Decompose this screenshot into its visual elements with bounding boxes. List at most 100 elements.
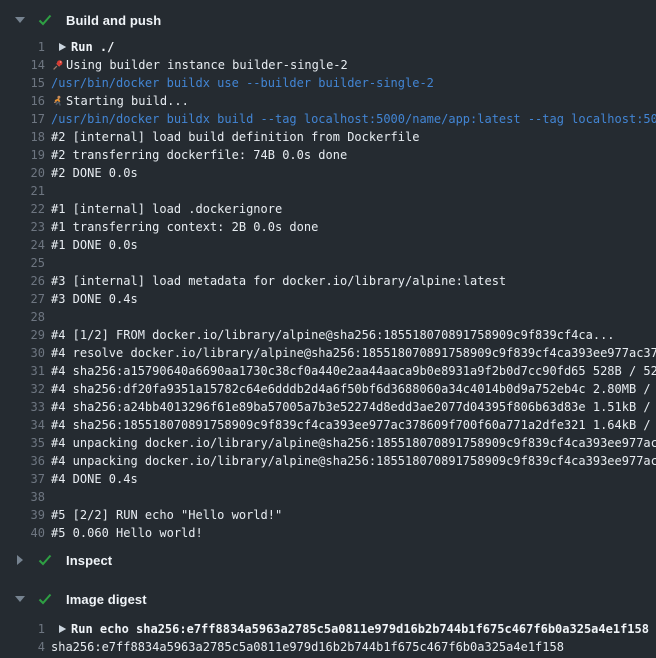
line-text: #4 resolve docker.io/library/alpine@sha2… bbox=[51, 346, 656, 360]
log-line: 31 #4 sha256:a15790640a6690aa1730c38cf0a… bbox=[0, 362, 656, 380]
section-title: Inspect bbox=[66, 553, 112, 568]
chevron-down-icon[interactable] bbox=[14, 17, 26, 23]
log-line: 36 #4 unpacking docker.io/library/alpine… bbox=[0, 452, 656, 470]
line-text: #4 unpacking docker.io/library/alpine@sh… bbox=[51, 454, 656, 468]
line-number[interactable]: 21 bbox=[0, 184, 45, 198]
line-text: #4 unpacking docker.io/library/alpine@sh… bbox=[51, 436, 656, 450]
line-number[interactable]: 17 bbox=[0, 112, 45, 126]
success-check-icon bbox=[38, 593, 54, 605]
line-text-content: #4 unpacking docker.io/library/alpine@sh… bbox=[51, 454, 656, 468]
line-text-content: #5 [2/2] RUN echo "Hello world!" bbox=[51, 508, 282, 522]
play-icon[interactable] bbox=[58, 624, 67, 634]
line-number[interactable]: 4 bbox=[0, 640, 45, 654]
log-line: 4 sha256:e7ff8834a5963a2785c5a0811e979d1… bbox=[0, 638, 656, 656]
log-line: 20 #2 DONE 0.0s bbox=[0, 164, 656, 182]
log-line: 19 #2 transferring dockerfile: 74B 0.0s … bbox=[0, 146, 656, 164]
log-line: 15 /usr/bin/docker buildx use --builder … bbox=[0, 74, 656, 92]
log-line: 18 #2 [internal] load build definition f… bbox=[0, 128, 656, 146]
log-group-build-and-push: Build and push 1 Run ./ 14 Using builder… bbox=[0, 8, 656, 542]
log-lines: 1 Run ./ 14 Using builder instance build… bbox=[0, 38, 656, 542]
section-title: Image digest bbox=[66, 592, 147, 607]
actions-log-viewer: Build and push 1 Run ./ 14 Using builder… bbox=[0, 0, 656, 658]
line-number[interactable]: 23 bbox=[0, 220, 45, 234]
line-text-content: Run echo sha256:e7ff8834a5963a2785c5a081… bbox=[71, 622, 649, 636]
log-line: 26 #3 [internal] load metadata for docke… bbox=[0, 272, 656, 290]
line-number[interactable]: 1 bbox=[0, 40, 45, 54]
line-text-content: #5 0.060 Hello world! bbox=[51, 526, 203, 540]
line-number[interactable]: 29 bbox=[0, 328, 45, 342]
log-line: 40 #5 0.060 Hello world! bbox=[0, 524, 656, 542]
line-text-content: #2 DONE 0.0s bbox=[51, 166, 138, 180]
log-line: 1 Run ./ bbox=[0, 38, 656, 56]
line-text: sha256:e7ff8834a5963a2785c5a0811e979d16b… bbox=[51, 640, 656, 654]
line-text: Using builder instance builder-single-2 bbox=[51, 58, 656, 72]
section-header-build-and-push[interactable]: Build and push bbox=[0, 8, 656, 32]
log-lines: 1 Run echo sha256:e7ff8834a5963a2785c5a0… bbox=[0, 620, 656, 656]
line-number[interactable]: 20 bbox=[0, 166, 45, 180]
line-number[interactable]: 33 bbox=[0, 400, 45, 414]
line-number[interactable]: 37 bbox=[0, 472, 45, 486]
line-number[interactable]: 34 bbox=[0, 418, 45, 432]
line-text: #5 0.060 Hello world! bbox=[51, 526, 656, 540]
line-number[interactable]: 22 bbox=[0, 202, 45, 216]
line-text-content: #4 DONE 0.4s bbox=[51, 472, 138, 486]
line-number[interactable]: 24 bbox=[0, 238, 45, 252]
pushpin-icon bbox=[51, 59, 64, 72]
log-line: 25 bbox=[0, 254, 656, 272]
line-number[interactable]: 39 bbox=[0, 508, 45, 522]
log-line: 17 /usr/bin/docker buildx build --tag lo… bbox=[0, 110, 656, 128]
line-number[interactable]: 31 bbox=[0, 364, 45, 378]
log-line: 39 #5 [2/2] RUN echo "Hello world!" bbox=[0, 506, 656, 524]
runner-icon bbox=[51, 95, 64, 108]
line-number[interactable]: 25 bbox=[0, 256, 45, 270]
section-header-inspect[interactable]: Inspect bbox=[0, 548, 656, 572]
line-number[interactable]: 14 bbox=[0, 58, 45, 72]
line-number[interactable]: 18 bbox=[0, 130, 45, 144]
line-text: #4 DONE 0.4s bbox=[51, 472, 656, 486]
log-line: 33 #4 sha256:a24bb4013296f61e89ba57005a7… bbox=[0, 398, 656, 416]
line-number[interactable]: 26 bbox=[0, 274, 45, 288]
line-text: Run echo sha256:e7ff8834a5963a2785c5a081… bbox=[51, 622, 656, 636]
line-text: #3 DONE 0.4s bbox=[51, 292, 656, 306]
line-text: #4 sha256:df20fa9351a15782c64e6dddb2d4a6… bbox=[51, 382, 656, 396]
line-number[interactable]: 27 bbox=[0, 292, 45, 306]
line-number[interactable]: 15 bbox=[0, 76, 45, 90]
line-text-content: #1 [internal] load .dockerignore bbox=[51, 202, 282, 216]
chevron-right-icon[interactable] bbox=[14, 555, 26, 565]
chevron-down-icon[interactable] bbox=[14, 596, 26, 602]
line-number[interactable]: 28 bbox=[0, 310, 45, 324]
line-text: #2 [internal] load build definition from… bbox=[51, 130, 656, 144]
section-header-image-digest[interactable]: Image digest bbox=[0, 587, 656, 611]
line-number[interactable]: 30 bbox=[0, 346, 45, 360]
line-text-content: #4 sha256:df20fa9351a15782c64e6dddb2d4a6… bbox=[51, 382, 656, 396]
log-line: 37 #4 DONE 0.4s bbox=[0, 470, 656, 488]
log-line: 16 Starting build... bbox=[0, 92, 656, 110]
line-text: /usr/bin/docker buildx use --builder bui… bbox=[51, 76, 656, 90]
line-text-content: #4 sha256:a24bb4013296f61e89ba57005a7b3e… bbox=[51, 400, 656, 414]
log-line: 32 #4 sha256:df20fa9351a15782c64e6dddb2d… bbox=[0, 380, 656, 398]
line-number[interactable]: 16 bbox=[0, 94, 45, 108]
line-text: #1 [internal] load .dockerignore bbox=[51, 202, 656, 216]
log-line: 1 Run echo sha256:e7ff8834a5963a2785c5a0… bbox=[0, 620, 656, 638]
line-number[interactable]: 19 bbox=[0, 148, 45, 162]
line-number[interactable]: 35 bbox=[0, 436, 45, 450]
log-line: 21 bbox=[0, 182, 656, 200]
line-number[interactable]: 40 bbox=[0, 526, 45, 540]
line-text: #1 transferring context: 2B 0.0s done bbox=[51, 220, 656, 234]
line-number[interactable]: 1 bbox=[0, 622, 45, 636]
line-number[interactable]: 38 bbox=[0, 490, 45, 504]
section-title: Build and push bbox=[66, 13, 161, 28]
line-text: #4 [1/2] FROM docker.io/library/alpine@s… bbox=[51, 328, 656, 342]
log-line: 30 #4 resolve docker.io/library/alpine@s… bbox=[0, 344, 656, 362]
line-text: /usr/bin/docker buildx build --tag local… bbox=[51, 112, 656, 126]
log-line: 27 #3 DONE 0.4s bbox=[0, 290, 656, 308]
line-text: #2 DONE 0.0s bbox=[51, 166, 656, 180]
line-number[interactable]: 32 bbox=[0, 382, 45, 396]
log-line: 35 #4 unpacking docker.io/library/alpine… bbox=[0, 434, 656, 452]
line-text: #3 [internal] load metadata for docker.i… bbox=[51, 274, 656, 288]
line-text-content: /usr/bin/docker buildx use --builder bui… bbox=[51, 76, 434, 90]
line-number[interactable]: 36 bbox=[0, 454, 45, 468]
play-icon[interactable] bbox=[58, 42, 67, 52]
line-text-content: sha256:e7ff8834a5963a2785c5a0811e979d16b… bbox=[51, 640, 564, 654]
line-text-content: /usr/bin/docker buildx build --tag local… bbox=[51, 112, 656, 126]
